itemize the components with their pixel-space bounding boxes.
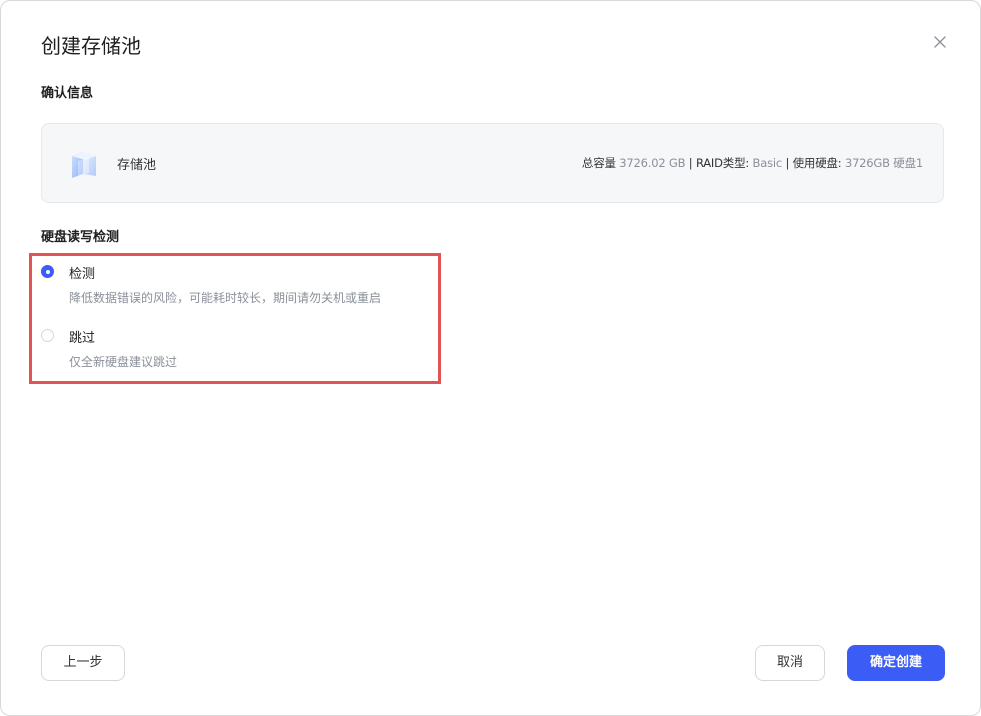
disk-value: 3726GB 硬盘1 — [844, 156, 923, 170]
disk-label: 使用硬盘: — [792, 156, 842, 170]
meta-separator: | — [688, 156, 693, 170]
close-icon[interactable] — [930, 32, 950, 52]
option-check-desc: 降低数据错误的风险，可能耗时较长，期间请勿关机或重启 — [69, 291, 382, 305]
pool-name: 存储池 — [117, 158, 157, 173]
option-check-title[interactable]: 检测 — [69, 263, 95, 282]
radio-check[interactable] — [41, 265, 54, 278]
pool-info-card: 存储池 总容量 3726.02 GB | RAID类型: Basic | 使用硬… — [41, 123, 944, 203]
option-skip-desc: 仅全新硬盘建议跳过 — [69, 355, 178, 369]
raid-value: Basic — [752, 156, 783, 170]
capacity-label: 总容量 — [581, 156, 616, 170]
meta-separator: | — [785, 156, 790, 170]
capacity-value: 3726.02 GB — [619, 156, 686, 170]
storage-pool-icon — [66, 146, 102, 182]
confirm-create-button[interactable]: 确定创建 — [847, 645, 945, 681]
option-skip-title[interactable]: 跳过 — [69, 327, 95, 346]
create-storage-pool-dialog: 创建存储池 确认信息 存储池 总容量 3726.02 GB | RAID类型: … — [0, 0, 981, 716]
disk-check-section-label: 硬盘读写检测 — [41, 230, 120, 245]
prev-step-button[interactable]: 上一步 — [41, 645, 125, 681]
cancel-button[interactable]: 取消 — [755, 645, 825, 681]
radio-skip[interactable] — [41, 329, 54, 342]
raid-label: RAID类型: — [695, 156, 750, 170]
dialog-title: 创建存储池 — [41, 34, 141, 58]
confirm-section-label: 确认信息 — [41, 86, 94, 101]
pool-meta: 总容量 3726.02 GB | RAID类型: Basic | 使用硬盘: 3… — [582, 155, 923, 171]
